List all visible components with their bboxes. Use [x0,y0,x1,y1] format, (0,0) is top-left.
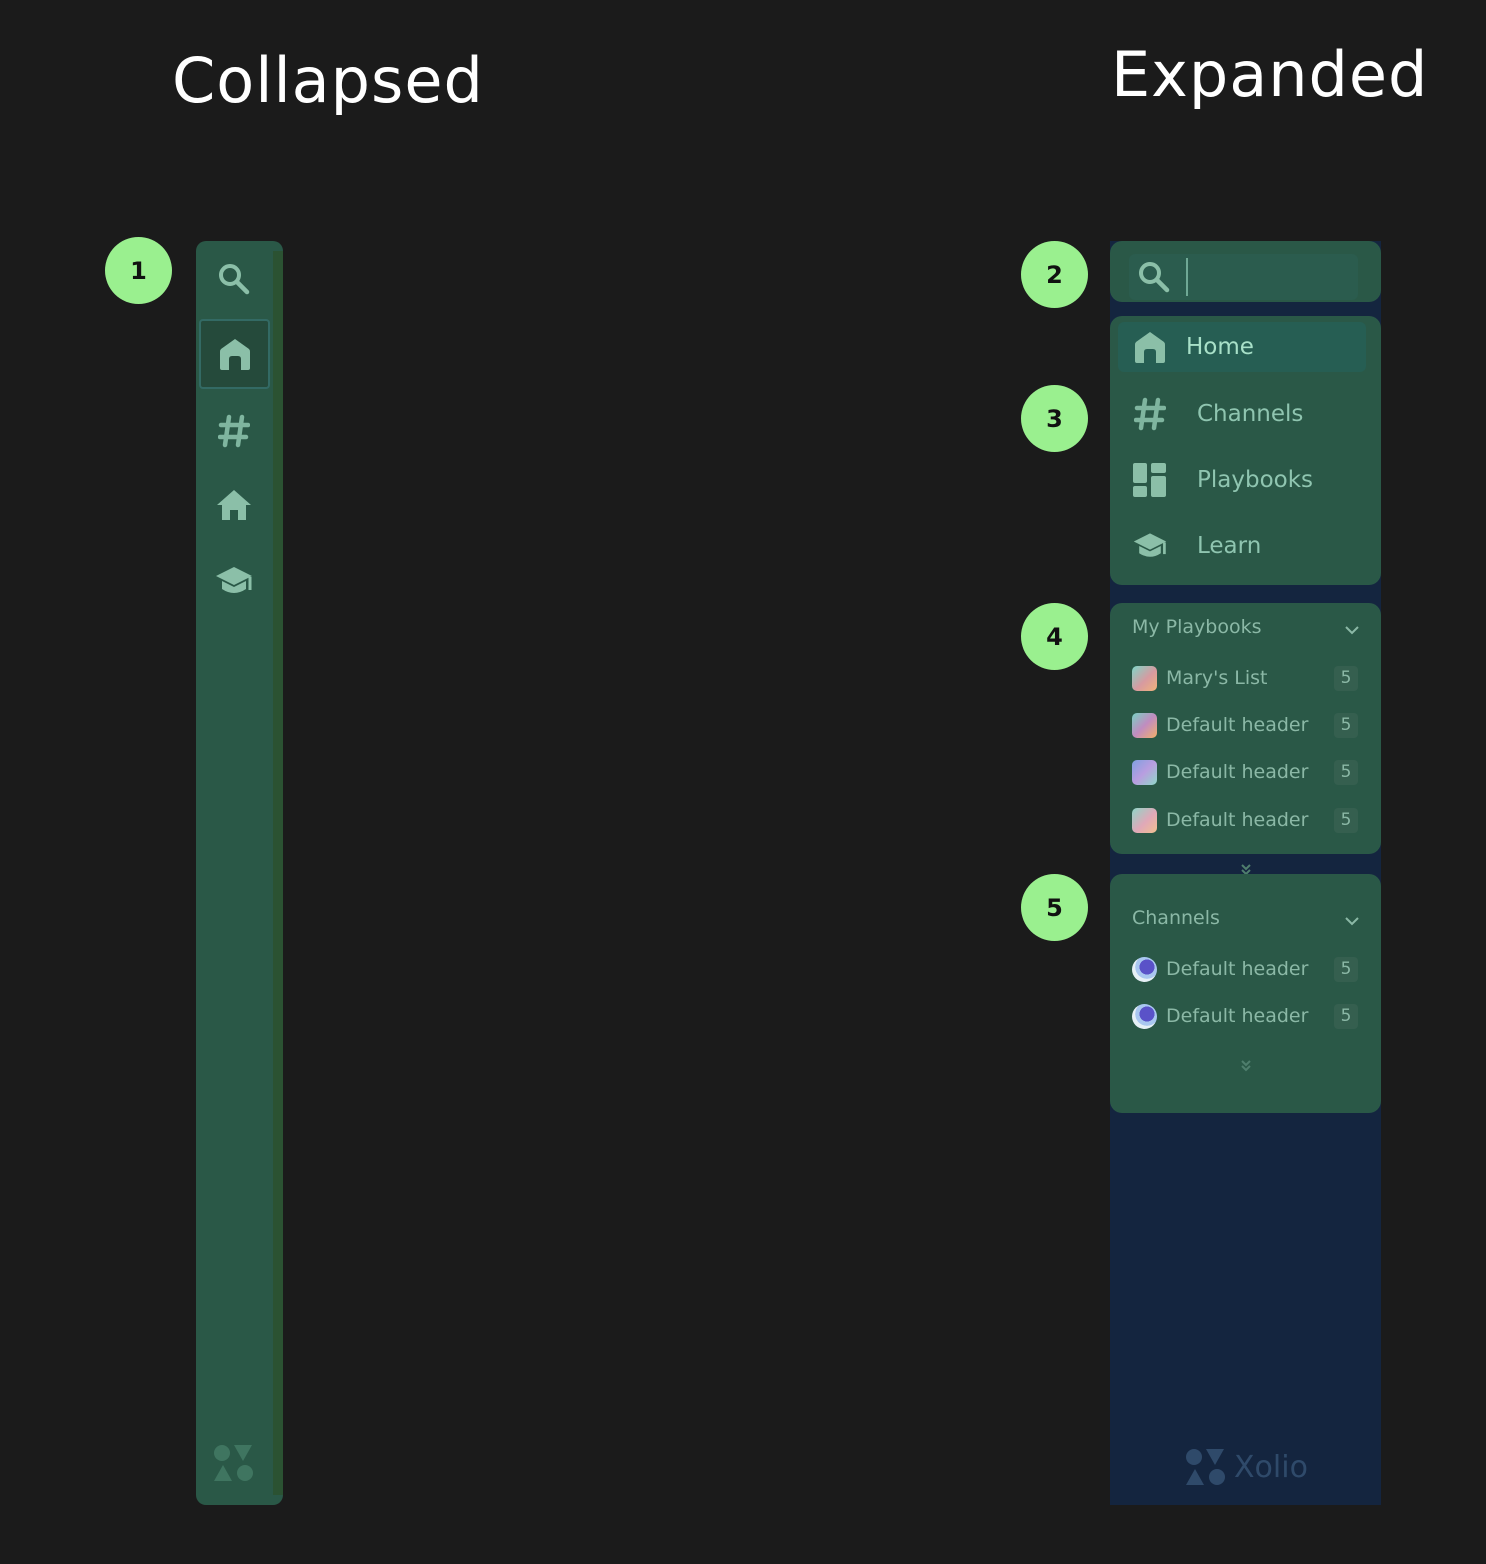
list-item[interactable]: Default header 5 [1132,1001,1358,1031]
marker-5: 5 [1021,874,1088,941]
home-icon [215,334,255,374]
playbook-avatar [1132,807,1157,833]
marker-2: 2 [1021,241,1088,308]
chevron-down-icon[interactable] [1343,621,1361,639]
count-badge: 5 [1334,956,1358,982]
search-input[interactable] [1129,254,1358,300]
list-item[interactable]: Default header 5 [1132,805,1358,835]
channels-section: Channels Default header 5 Default header… [1110,874,1381,1113]
count-badge: 5 [1334,807,1358,833]
list-item-label: Default header [1166,761,1309,783]
house-icon[interactable] [214,485,254,525]
expanded-title: Expanded [1111,38,1429,111]
nav-item-home[interactable]: Home [1118,322,1366,372]
nav-item-channels[interactable]: Channels [1118,389,1366,439]
count-badge: 5 [1334,1003,1358,1029]
text-caret [1186,258,1188,296]
logo-text: Xolio [1234,1449,1308,1485]
list-item-label: Default header [1166,809,1309,831]
hash-icon[interactable] [214,411,254,451]
home-button[interactable] [199,319,270,389]
rail-edge [273,251,283,1495]
graduation-cap-icon [1132,528,1168,564]
count-badge: 5 [1334,665,1358,691]
graduation-cap-icon[interactable] [214,561,254,601]
search-icon [1139,262,1170,293]
list-item[interactable]: Default header 5 [1132,954,1358,984]
nav-label-playbooks: Playbooks [1197,467,1314,493]
marker-1: 1 [105,237,172,304]
grid-icon [1132,462,1168,498]
nav-label-channels: Channels [1197,401,1304,427]
hash-icon [1132,396,1168,432]
count-badge: 5 [1334,759,1358,785]
list-item-label: Default header [1166,1005,1309,1027]
xolio-mark-icon [1186,1449,1225,1485]
xolio-mark-icon [212,1441,256,1485]
nav-item-playbooks[interactable]: Playbooks [1118,455,1366,505]
count-badge: 5 [1334,712,1358,738]
search-icon[interactable] [214,259,254,299]
playbook-avatar [1132,665,1157,691]
chevron-down-icon[interactable] [1343,912,1361,930]
list-item-label: Default header [1166,714,1309,736]
list-item-label: Mary's List [1166,667,1268,689]
list-item[interactable]: Default header 5 [1132,757,1358,787]
nav-label-home: Home [1186,334,1254,360]
xolio-logo: Xolio [1184,1447,1308,1487]
list-item[interactable]: Mary's List 5 [1132,663,1358,693]
section-title: My Playbooks [1132,616,1262,638]
collapsed-title: Collapsed [172,44,484,117]
main-nav: Home Channels Playbooks Learn [1110,316,1381,585]
section-title: Channels [1132,907,1220,929]
marker-3: 3 [1021,385,1088,452]
my-playbooks-section: My Playbooks Mary's List 5 Default heade… [1110,603,1381,854]
marker-4: 4 [1021,603,1088,670]
channel-avatar [1132,1003,1157,1029]
playbook-avatar [1132,712,1157,738]
channel-avatar [1132,956,1157,982]
collapsed-sidebar [196,241,283,1505]
playbook-avatar [1132,759,1157,785]
nav-label-learn: Learn [1197,533,1262,559]
list-item[interactable]: Default header 5 [1132,710,1358,740]
nav-item-learn[interactable]: Learn [1118,521,1366,571]
home-icon [1132,329,1168,365]
list-item-label: Default header [1166,958,1309,980]
search-card [1110,241,1381,302]
double-chevron-down-icon[interactable] [1239,1059,1253,1073]
